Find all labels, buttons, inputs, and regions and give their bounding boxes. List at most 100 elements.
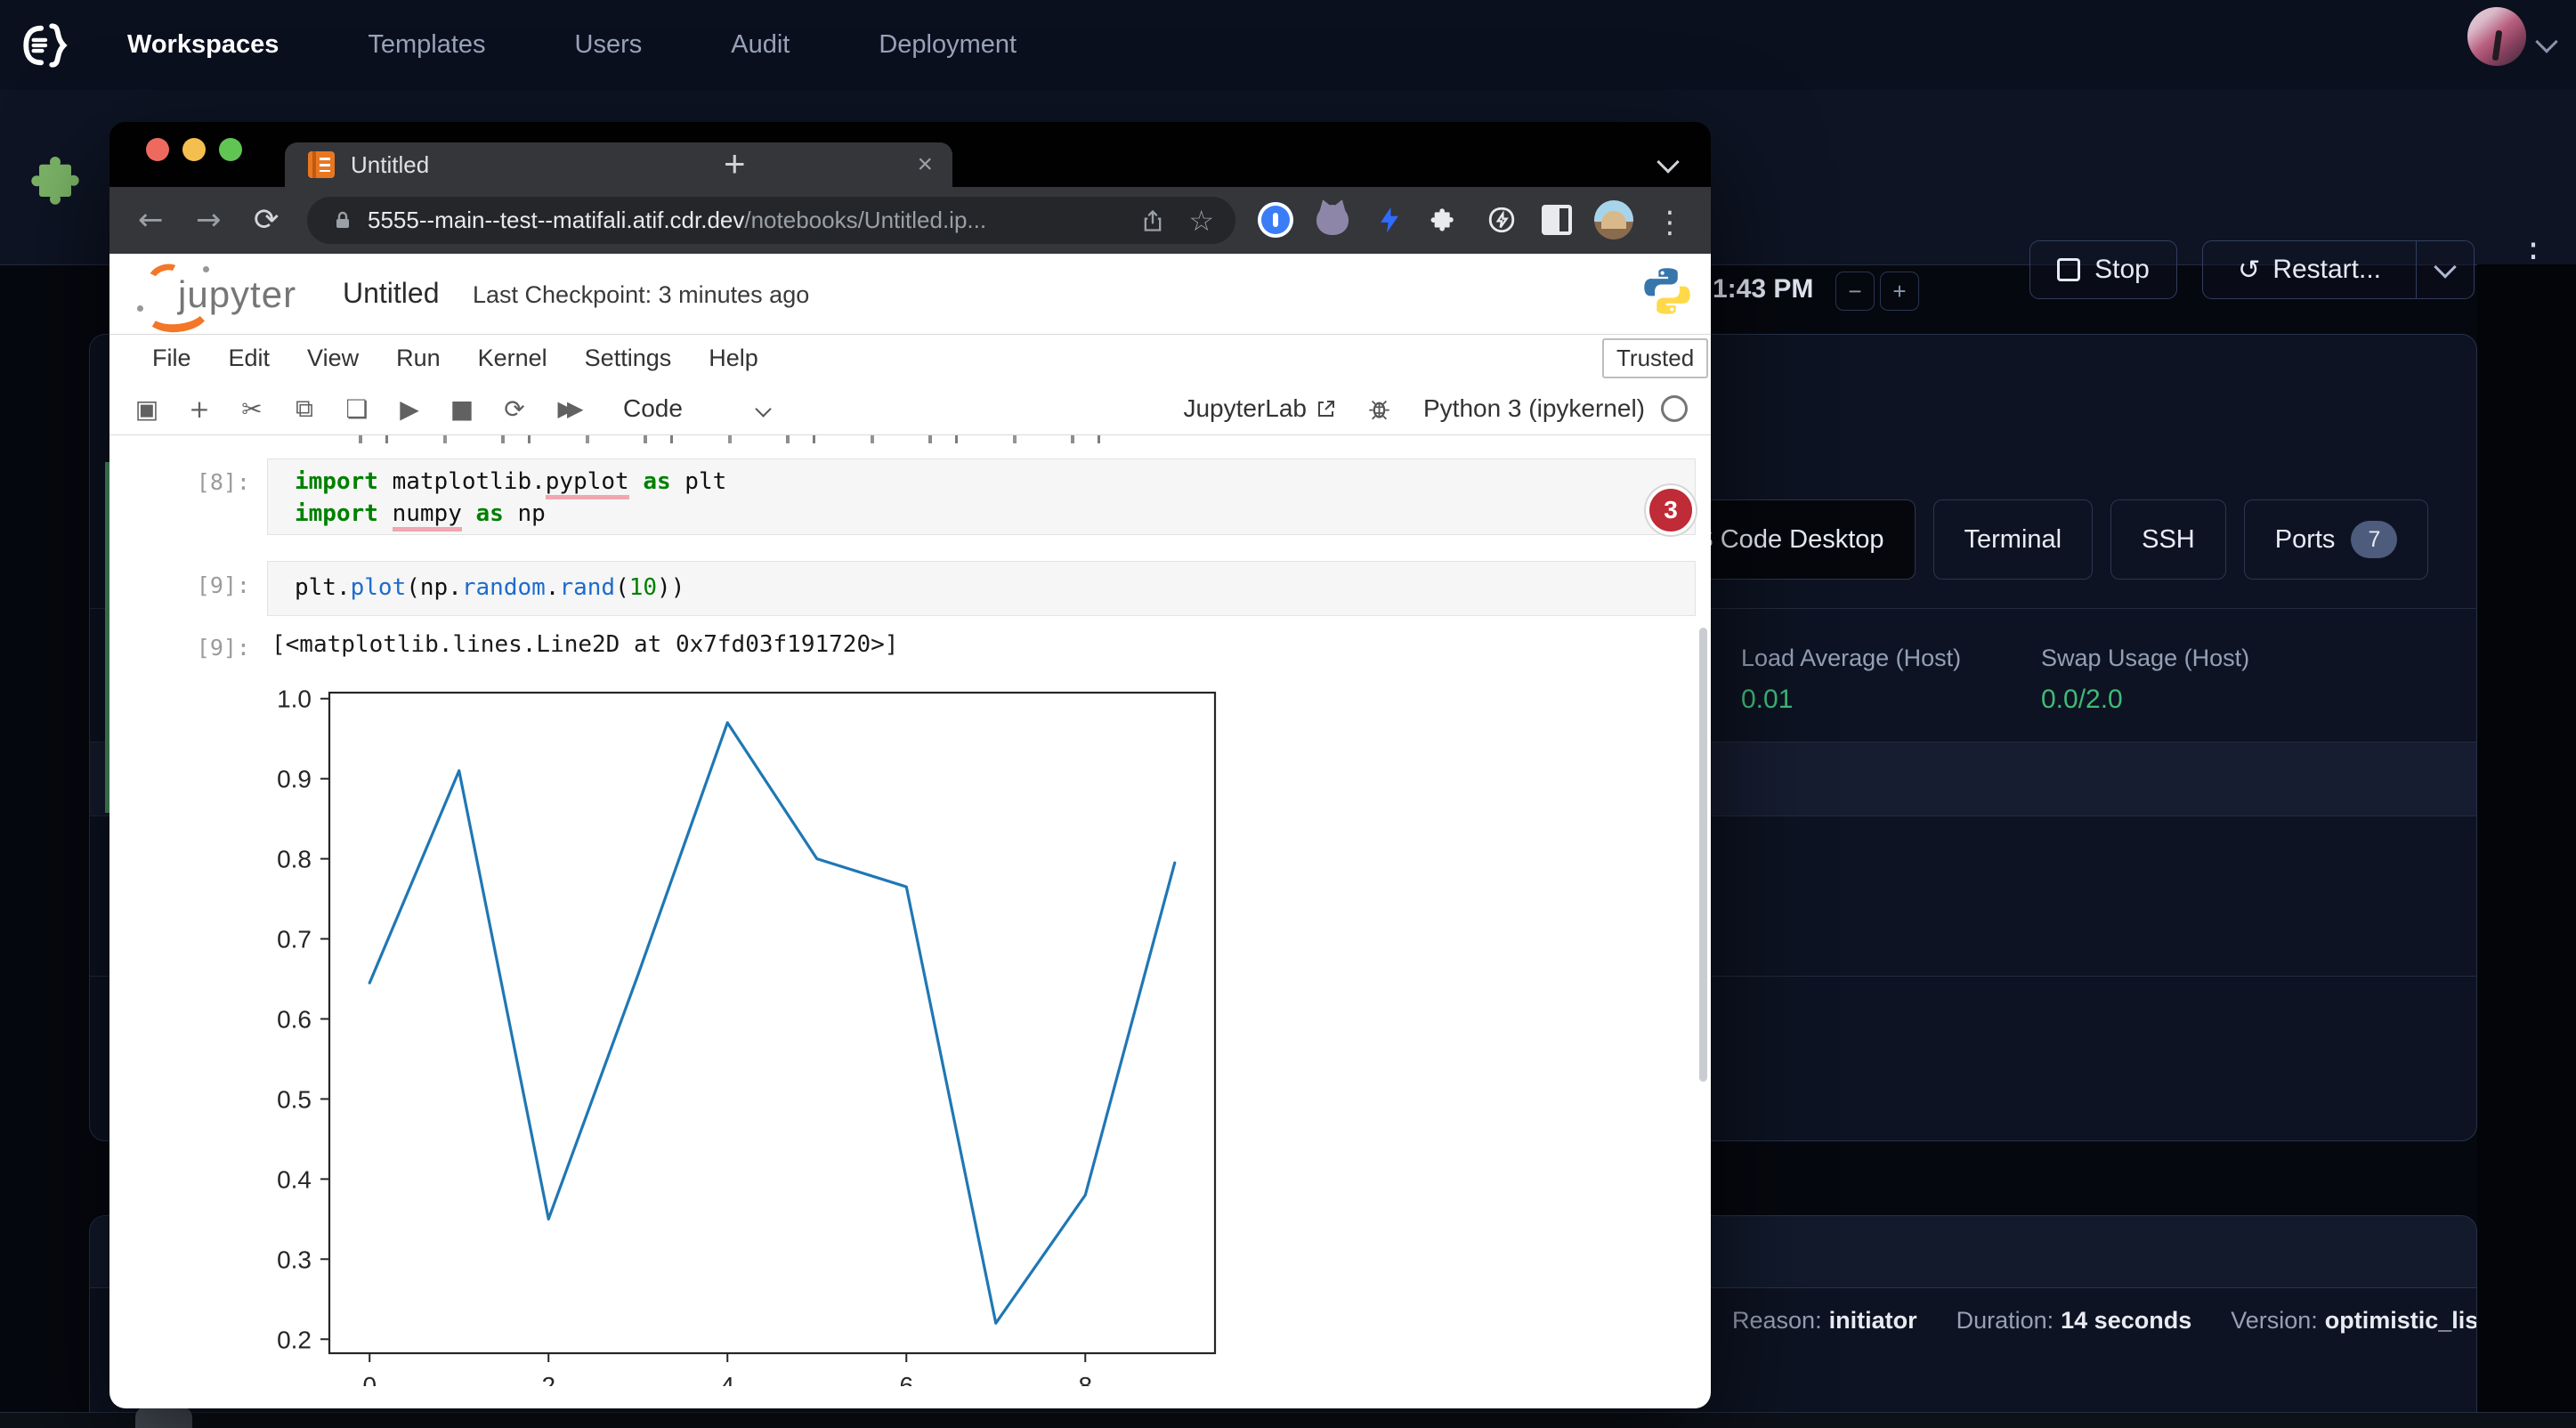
- macos-fullscreen-button[interactable]: [219, 138, 242, 161]
- code-cell[interactable]: plt.plot(np.random.rand(10)): [267, 561, 1696, 616]
- restart-options-button[interactable]: [2416, 241, 2474, 298]
- menu-edit[interactable]: Edit: [229, 345, 271, 372]
- copy-cell-icon[interactable]: ⧉: [289, 394, 320, 424]
- restart-main-button[interactable]: ↺ Restart...: [2203, 241, 2416, 298]
- svg-text:0.9: 0.9: [277, 766, 312, 793]
- version-label: Version:: [2231, 1307, 2318, 1334]
- jupyter-toolbar: ▣+✂⧉❏▶■⟳▶▶ Code JupyterLab Python 3: [109, 383, 1711, 435]
- zoom-out-button[interactable]: −: [1835, 272, 1875, 311]
- back-button[interactable]: ←: [138, 202, 164, 238]
- build-duration: Duration:14 seconds: [1956, 1307, 2192, 1335]
- stat-label: Load Average (Host): [1741, 645, 1961, 672]
- tab-close-icon[interactable]: ×: [917, 150, 933, 180]
- duration-label: Duration:: [1956, 1307, 2054, 1334]
- bolt-extension-icon[interactable]: [1370, 200, 1409, 239]
- app-button-label: Ports: [2275, 525, 2336, 555]
- side-panel-icon[interactable]: [1537, 200, 1576, 239]
- code-line: plt.plot(np.random.rand(10)): [295, 572, 1695, 604]
- stop-label: Stop: [2094, 255, 2150, 285]
- checkpoint-status: Last Checkpoint: 3 minutes ago: [473, 281, 809, 309]
- top-navbar: Workspaces Templates Users Audit Deployment: [0, 0, 2576, 91]
- bookmark-star-icon[interactable]: ☆: [1188, 204, 1214, 238]
- run-cell-icon[interactable]: ▶: [394, 394, 425, 424]
- menu-view[interactable]: View: [307, 345, 359, 372]
- tab-search-chevron-icon[interactable]: [1657, 150, 1679, 173]
- svg-text:0.8: 0.8: [277, 846, 312, 873]
- share-icon[interactable]: [1140, 208, 1165, 233]
- trusted-button[interactable]: Trusted: [1602, 338, 1708, 378]
- app-button-label: Terminal: [1964, 525, 2062, 555]
- add-cell-icon[interactable]: +: [184, 394, 215, 424]
- menu-file[interactable]: File: [152, 345, 191, 372]
- reload-button[interactable]: ⟳: [254, 202, 279, 238]
- interrupt-kernel-icon[interactable]: ■: [447, 394, 477, 424]
- energy-saver-extension-icon[interactable]: [1482, 200, 1521, 239]
- code-cell[interactable]: import matplotlib.pyplot as pltimport nu…: [267, 458, 1696, 535]
- macos-minimize-button[interactable]: [182, 138, 206, 161]
- coder-logo-icon[interactable]: [20, 20, 71, 71]
- nav-item-templates[interactable]: Templates: [368, 30, 485, 60]
- restart-icon: ↺: [2238, 255, 2260, 286]
- app-button-label: SSH: [2142, 525, 2195, 555]
- menu-kernel[interactable]: Kernel: [478, 345, 547, 372]
- extensions-puzzle-icon[interactable]: [1425, 200, 1464, 239]
- nav-item-audit[interactable]: Audit: [731, 30, 790, 60]
- nav-item-deployment[interactable]: Deployment: [879, 30, 1017, 60]
- zoom-in-button[interactable]: +: [1880, 272, 1919, 311]
- github-octocat-extension-icon[interactable]: [1313, 200, 1352, 239]
- jupyter-wordmark: jupyter: [178, 273, 296, 316]
- save-icon[interactable]: ▣: [132, 394, 162, 424]
- browser-window: Untitled × + ← → ⟳ 5555--main--test--mat…: [109, 122, 1711, 1408]
- browser-tab[interactable]: Untitled ×: [285, 142, 952, 187]
- chevron-down-icon[interactable]: [2535, 30, 2557, 53]
- url-bar[interactable]: 5555--main--test--matifali.atif.cdr.dev/…: [307, 197, 1235, 244]
- notebook-scrollbar[interactable]: [1699, 628, 1707, 1082]
- ports-button[interactable]: Ports 7: [2244, 499, 2429, 580]
- restart-run-all-icon[interactable]: ▶▶: [552, 396, 582, 421]
- jupyter-header: jupyter Untitled Last Checkpoint: 3 minu…: [109, 254, 1711, 335]
- nav-item-users[interactable]: Users: [575, 30, 643, 60]
- forward-button[interactable]: →: [196, 202, 222, 238]
- stat-swap-usage-host-: Swap Usage (Host)0.0/2.0: [2041, 645, 2249, 715]
- open-jupyterlab-link[interactable]: JupyterLab: [1183, 394, 1307, 423]
- jupyter-logo[interactable]: jupyter: [132, 261, 323, 329]
- code-line: import matplotlib.pyplot as plt: [295, 466, 1695, 498]
- nav-item-workspaces[interactable]: Workspaces: [127, 30, 279, 60]
- paste-cell-icon[interactable]: ❏: [342, 394, 372, 424]
- macos-close-button[interactable]: [146, 138, 169, 161]
- ports-count-badge: 7: [2351, 521, 2397, 558]
- onepassword-extension-icon[interactable]: [1256, 200, 1295, 239]
- browser-profile-avatar[interactable]: [1594, 200, 1633, 239]
- cut-cell-icon[interactable]: ✂: [237, 394, 267, 424]
- template-puzzle-icon: [28, 149, 93, 213]
- svg-text:4: 4: [720, 1372, 734, 1386]
- primary-nav: Workspaces Templates Users Audit Deployment: [127, 0, 1017, 90]
- cell-type-value: Code: [623, 394, 683, 423]
- menu-settings[interactable]: Settings: [585, 345, 672, 372]
- bottom-edge-strip: [0, 1412, 2576, 1428]
- svg-text:0.7: 0.7: [277, 926, 312, 953]
- restart-kernel-icon[interactable]: ⟳: [499, 394, 530, 424]
- svg-text:0.6: 0.6: [277, 1006, 312, 1034]
- cell-prompt: [8]:: [186, 469, 250, 495]
- svg-text:0.3: 0.3: [277, 1245, 312, 1273]
- jupyter-toolbar-icons: ▣ + ✂ ⧉ ❏ ▶ ■ ⟳ ▶▶: [109, 394, 582, 424]
- kernel-status-icon: [1661, 395, 1688, 422]
- cell-type-select[interactable]: Code: [623, 394, 769, 423]
- stop-workspace-button[interactable]: Stop: [2029, 240, 2177, 299]
- kernel-name[interactable]: Python 3 (ipykernel): [1423, 394, 1645, 423]
- external-link-icon[interactable]: [1316, 398, 1337, 419]
- user-avatar[interactable]: [2467, 7, 2526, 66]
- terminal-button[interactable]: Terminal: [1933, 499, 2094, 580]
- browser-menu-kebab-icon[interactable]: ⋮: [1655, 205, 1685, 240]
- new-tab-button[interactable]: +: [724, 145, 746, 183]
- debugger-bug-icon[interactable]: [1367, 397, 1391, 421]
- menu-help[interactable]: Help: [709, 345, 758, 372]
- menu-run[interactable]: Run: [396, 345, 441, 372]
- svg-text:0: 0: [362, 1372, 377, 1386]
- svg-text:6: 6: [899, 1372, 913, 1386]
- output-text: [<matplotlib.lines.Line2D at 0x7fd03f191…: [271, 631, 898, 658]
- notebook-title[interactable]: Untitled: [343, 277, 440, 310]
- version-value[interactable]: optimistic_liskov9: [2325, 1307, 2477, 1334]
- ssh-button[interactable]: SSH: [2110, 499, 2226, 580]
